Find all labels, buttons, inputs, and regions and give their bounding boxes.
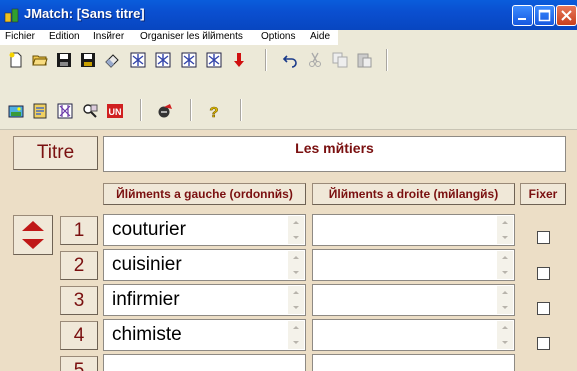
web-page-icon[interactable] [130,52,146,68]
field-scrollbar[interactable] [497,286,513,314]
insert-link-icon[interactable] [32,103,48,119]
menu-inserer[interactable]: Insйrer [93,31,124,42]
title-input[interactable]: Les mйtiers [103,136,566,172]
insert-media-icon[interactable] [57,103,73,119]
title-button[interactable]: Titre [13,136,98,170]
field-scrollbar[interactable] [288,286,304,314]
title-input-value: Les mйtiers [295,140,374,156]
left-items-header-label: Йlйments a gauche (ordonnйs) [116,187,293,201]
left-items-header[interactable]: Йlйments a gauche (ordonnйs) [103,183,306,205]
web-page-icon[interactable] [181,52,197,68]
help-icon[interactable]: ? [206,103,222,119]
left-item-text: chimiste [112,324,182,345]
toolbar-separator [265,49,267,71]
right-item-field[interactable] [312,284,515,316]
web-page-icon[interactable] [155,52,171,68]
add-picture-icon[interactable] [8,103,24,119]
right-item-field[interactable] [312,354,515,371]
left-item-text: couturier [112,219,186,240]
toolbar-separator [190,99,192,121]
jmatch-app-icon [4,8,19,23]
row-number-button[interactable]: 2 [60,251,98,280]
fix-checkbox[interactable] [537,337,550,350]
row-number-button[interactable]: 3 [60,286,98,315]
row-number-button[interactable]: 5 [60,356,98,371]
minimize-icon [518,18,526,20]
menu-options[interactable]: Options [261,31,295,42]
save-icon[interactable] [56,52,72,68]
down-arrow-icon[interactable] [231,52,247,68]
close-icon [561,10,572,21]
field-scrollbar[interactable] [497,216,513,244]
copy-icon[interactable] [332,52,348,68]
right-item-field[interactable] [312,319,515,351]
fix-checkbox[interactable] [537,267,550,280]
right-items-header[interactable]: Йlйments a droite (mйlangйs) [312,183,515,205]
open-folder-icon[interactable] [32,52,48,68]
menu-fichier[interactable]: Fichier [5,31,35,42]
fix-header-label: Fixer [528,187,558,201]
left-item-field[interactable]: infirmier [103,284,306,316]
maximize-button[interactable] [534,5,555,26]
maximize-icon [538,9,551,22]
fix-checkbox[interactable] [537,302,550,315]
close-button[interactable] [556,5,577,26]
web-page-icon[interactable] [206,52,222,68]
toolbar-area: UN ? [0,45,577,130]
fix-header[interactable]: Fixer [520,183,566,205]
config-icon[interactable] [157,103,173,119]
down-arrow-icon[interactable] [22,239,44,249]
eraser-icon[interactable] [104,52,120,68]
minimize-button[interactable] [512,5,533,26]
menu-organiser[interactable]: Organiser les йlйments [140,31,243,42]
right-item-field[interactable] [312,249,515,281]
left-item-field[interactable]: chimiste [103,319,306,351]
title-button-label: Titre [36,142,75,163]
right-item-field[interactable] [312,214,515,246]
row-number-button[interactable]: 1 [60,216,98,245]
right-items-header-label: Йlйments a droite (mйlangйs) [328,187,499,201]
paste-icon[interactable] [356,52,372,68]
left-item-text: cuisinier [112,254,182,275]
svg-text:?: ? [209,104,218,119]
left-item-field[interactable] [103,354,306,371]
row-number: 3 [73,290,85,311]
up-arrow-icon[interactable] [22,221,44,231]
undo-icon[interactable] [282,52,298,68]
left-item-field[interactable]: cuisinier [103,249,306,281]
find-icon[interactable] [82,103,98,119]
row-number: 1 [73,220,85,241]
field-scrollbar[interactable] [288,321,304,349]
save-as-icon[interactable] [80,52,96,68]
field-scrollbar[interactable] [288,251,304,279]
cut-icon[interactable] [307,52,323,68]
svg-text:UN: UN [109,107,122,117]
scroll-rows-button[interactable] [13,215,53,255]
menu-edition[interactable]: Edition [49,31,80,42]
unicode-icon[interactable]: UN [107,103,123,119]
row-number: 5 [73,360,85,371]
menu-aide[interactable]: Aide [310,31,330,42]
field-scrollbar[interactable] [288,216,304,244]
left-item-text: infirmier [112,289,180,310]
menu-bar: Fichier Edition Insйrer Organiser les йl… [0,30,577,45]
row-number: 4 [73,325,85,346]
toolbar-separator [386,49,388,71]
window-title: JMatch: [Sans titre] [24,6,145,21]
row-number: 2 [73,255,85,276]
title-bar: JMatch: [Sans titre] [0,0,577,30]
fix-checkbox[interactable] [537,231,550,244]
new-file-icon[interactable] [8,52,24,68]
field-scrollbar[interactable] [497,251,513,279]
row-number-button[interactable]: 4 [60,321,98,350]
toolbar-separator [140,99,142,121]
toolbar-separator [240,99,242,121]
field-scrollbar[interactable] [497,321,513,349]
left-item-field[interactable]: couturier [103,214,306,246]
